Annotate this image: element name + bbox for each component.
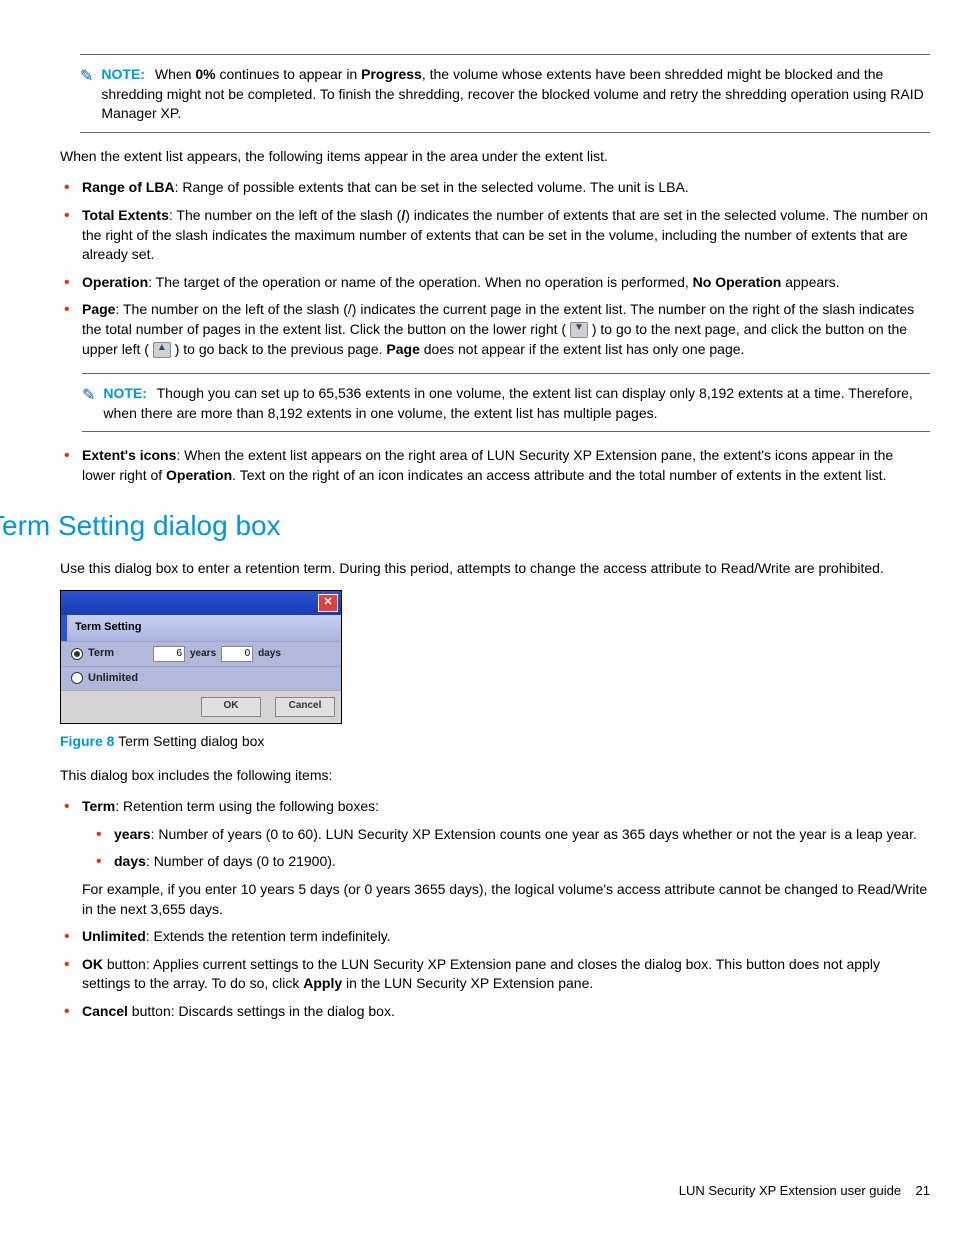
ok-button[interactable]: OK [201,697,261,717]
figure-label: Figure 8 [60,733,114,749]
term-label: Term [88,646,148,661]
note-block-1: ✎ NOTE: When 0% continues to appear in P… [80,54,930,133]
days-unit: days [258,647,281,661]
para-after-note1: When the extent list appears, the follow… [60,147,930,167]
dialog-footer: OK Cancel [61,690,341,723]
heading-para: Use this dialog box to enter a retention… [60,559,930,579]
li-ok: OK button: Applies current settings to t… [82,955,930,994]
li-range-of-lba: Range of LBA: Range of possible extents … [82,178,930,198]
note2-text: NOTE: Though you can set up to 65,536 ex… [103,384,930,423]
prev-page-icon: ▲ [153,342,171,358]
footer-text: LUN Security XP Extension user guide [679,1183,901,1198]
note-block-2: ✎ NOTE: Though you can set up to 65,536 … [82,373,930,432]
li-operation: Operation: The target of the operation o… [82,273,930,293]
figure-caption: Figure 8 Term Setting dialog box [60,732,930,752]
li-page: Page: The number on the left of the slas… [82,300,930,432]
close-icon[interactable]: ✕ [318,594,338,612]
page-number: 21 [916,1183,930,1198]
note1-rule-top [80,54,930,55]
para-after-figure: This dialog box includes the following i… [60,766,930,786]
note1-rule-bot [80,132,930,133]
note1-label: NOTE: [101,66,145,82]
note-icon: ✎ [82,385,95,407]
extent-list-items: Range of LBA: Range of possible extents … [60,178,930,485]
term-setting-dialog: ✕ Term Setting Term 6 years 0 days Unlim… [60,590,342,724]
dialog-titlebar: ✕ [61,591,341,615]
note2-label: NOTE: [103,385,147,401]
unlimited-row: Unlimited [61,666,341,690]
term-radio[interactable] [71,648,83,660]
li-days: days: Number of days (0 to 21900). [114,852,930,872]
note2-rule-top [82,373,930,374]
dialog-items-list: Term: Retention term using the following… [60,797,930,1021]
li-extent-icons: Extent's icons: When the extent list app… [82,446,930,485]
li-cancel: Cancel button: Discards settings in the … [82,1002,930,1022]
dialog-header: Term Setting [61,615,341,640]
term-example: For example, if you enter 10 years 5 day… [82,880,930,919]
li-unlimited: Unlimited: Extends the retention term in… [82,927,930,947]
page-footer: LUN Security XP Extension user guide 21 [679,1182,930,1200]
years-input[interactable]: 6 [153,646,185,662]
note2-rule-bot [82,431,930,432]
next-page-icon: ▼ [570,322,588,338]
cancel-button[interactable]: Cancel [275,697,335,717]
unlimited-radio[interactable] [71,672,83,684]
li-years: years: Number of years (0 to 60). LUN Se… [114,825,930,845]
unlimited-label: Unlimited [88,671,148,686]
days-input[interactable]: 0 [221,646,253,662]
li-term: Term: Retention term using the following… [82,797,930,919]
years-unit: years [190,647,216,661]
note1-text: NOTE: When 0% continues to appear in Pro… [101,65,930,124]
note-icon: ✎ [80,66,93,88]
li-total-extents: Total Extents: The number on the left of… [82,206,930,265]
term-row: Term 6 years 0 days [61,641,341,666]
section-heading: Term Setting dialog box [0,506,930,545]
term-sublist: years: Number of years (0 to 60). LUN Se… [82,825,930,872]
